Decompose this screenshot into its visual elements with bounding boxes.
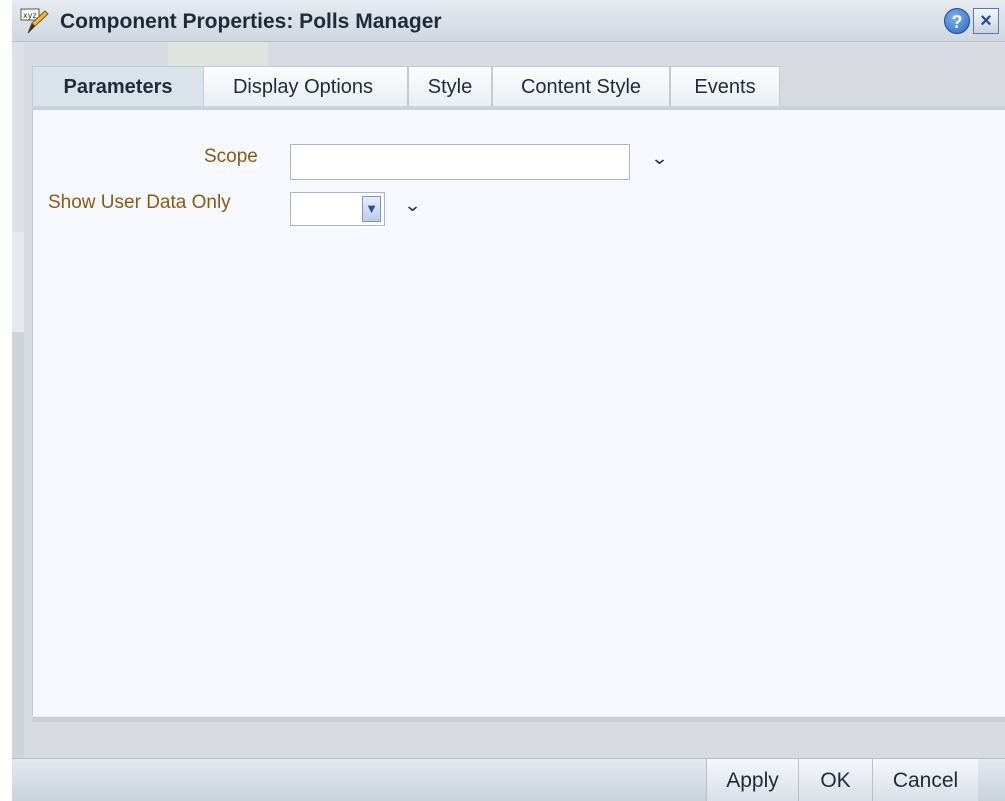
- dialog-title: Component Properties: Polls Manager: [60, 10, 442, 33]
- close-button[interactable]: ×: [973, 8, 999, 34]
- show-user-data-only-select[interactable]: ▼: [290, 192, 385, 226]
- cancel-button[interactable]: Cancel: [872, 759, 978, 801]
- left-stripe: [12, 332, 24, 801]
- title-bar: xyz Component Properties: Polls Manager …: [12, 0, 1005, 42]
- tab-label: Parameters: [63, 76, 173, 98]
- help-button[interactable]: ?: [944, 8, 970, 34]
- ok-button[interactable]: OK: [798, 759, 872, 801]
- tab-label: Style: [427, 76, 473, 98]
- tab-tail: [779, 66, 805, 107]
- edit-properties-icon: xyz: [20, 8, 49, 34]
- scope-input[interactable]: [290, 144, 630, 180]
- tab-parameters[interactable]: Parameters: [32, 66, 204, 107]
- tab-events[interactable]: Events: [670, 66, 805, 107]
- left-stripe: [12, 42, 24, 232]
- dialog-footer: Apply OK Cancel: [12, 758, 1005, 801]
- tab-style[interactable]: Style: [408, 66, 492, 106]
- tab-label: Content Style: [520, 76, 642, 98]
- scope-expand-icon[interactable]: ⌄: [650, 148, 668, 169]
- tab-label: Events: [694, 76, 756, 98]
- tab-content-style[interactable]: Content Style: [492, 66, 670, 106]
- show-user-data-only-label: Show User Data Only: [48, 192, 231, 213]
- left-stripe: [12, 232, 24, 332]
- tab-label: Display Options: [232, 76, 374, 98]
- component-properties-dialog: xyz Component Properties: Polls Manager …: [12, 0, 1005, 801]
- show-user-data-expand-icon[interactable]: ⌄: [403, 195, 421, 216]
- tab-display-options[interactable]: Display Options: [198, 66, 408, 106]
- dropdown-arrow-icon[interactable]: ▼: [362, 196, 381, 222]
- apply-button[interactable]: Apply: [706, 759, 798, 801]
- panel-bottom-edge: [32, 716, 1005, 722]
- svg-text:xyz: xyz: [23, 11, 37, 20]
- scope-label: Scope: [204, 146, 258, 167]
